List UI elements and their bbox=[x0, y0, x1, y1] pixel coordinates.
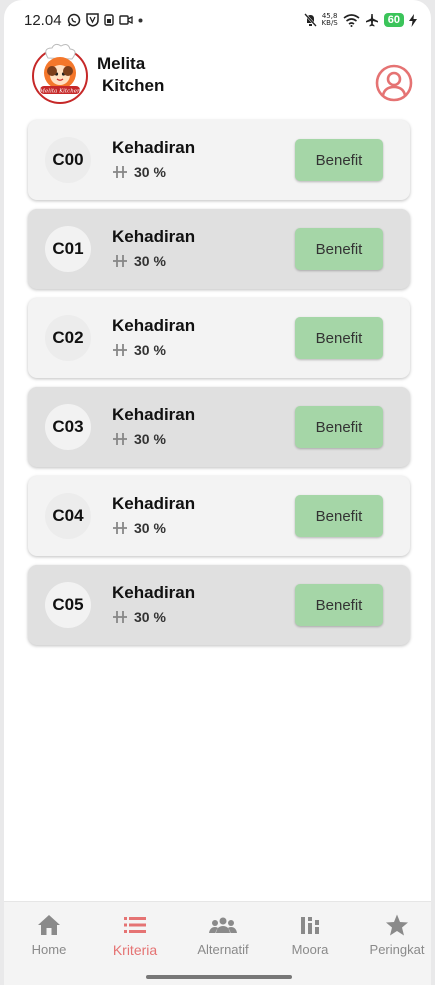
benefit-button[interactable]: Benefit bbox=[295, 584, 383, 626]
criteria-weight-row: 30 % bbox=[112, 342, 166, 358]
tag-icon bbox=[113, 255, 127, 267]
criteria-code: C01 bbox=[52, 239, 84, 258]
nav-label: Kriteria bbox=[112, 942, 158, 958]
criteria-weight: 30 % bbox=[134, 164, 166, 180]
vpn-shield-icon bbox=[85, 13, 99, 27]
nav-item-moora[interactable]: Moora bbox=[270, 912, 350, 957]
criteria-name: Kehadiran bbox=[112, 583, 196, 602]
tag-icon bbox=[113, 166, 127, 178]
tag-icon bbox=[113, 522, 127, 534]
whatsapp-icon bbox=[67, 13, 81, 27]
criteria-code: C02 bbox=[52, 328, 84, 347]
nav-item-kriteria[interactable]: Kriteria bbox=[95, 912, 175, 958]
home-indicator bbox=[146, 975, 292, 979]
app-header: Melita Kitchen Melita Kitchen bbox=[4, 40, 431, 112]
benefit-button[interactable]: Benefit bbox=[295, 406, 383, 448]
benefit-button[interactable]: Benefit bbox=[295, 139, 383, 181]
criteria-weight: 30 % bbox=[134, 253, 166, 269]
account-circle-icon[interactable] bbox=[375, 64, 413, 102]
status-right: 45,8 KB/S 60 bbox=[303, 13, 417, 27]
charging-icon bbox=[409, 13, 417, 27]
airplane-icon bbox=[365, 13, 379, 27]
video-camera-icon bbox=[118, 15, 133, 25]
nav-item-alternatif[interactable]: Alternatif bbox=[183, 912, 263, 957]
benefit-button[interactable]: Benefit bbox=[295, 317, 383, 359]
criteria-card[interactable]: C02 Kehadiran 30 % Benefit bbox=[28, 298, 410, 378]
chef-logo: Melita Kitchen bbox=[32, 43, 88, 104]
battery-level: 60 bbox=[383, 13, 404, 27]
criteria-name: Kehadiran bbox=[112, 316, 196, 335]
criteria-weight: 30 % bbox=[134, 609, 166, 625]
criteria-code: C04 bbox=[52, 506, 84, 525]
nav-item-peringkat[interactable]: Peringkat bbox=[357, 912, 431, 957]
list-icon bbox=[95, 912, 175, 938]
brand-line-2: Kitchen bbox=[102, 76, 165, 95]
criteria-weight-row: 30 % bbox=[112, 253, 166, 269]
network-speed: 45,8 KB/S bbox=[322, 13, 338, 27]
brand-name: Melita Kitchen bbox=[97, 53, 164, 97]
criteria-weight-row: 30 % bbox=[112, 520, 166, 536]
criteria-weight: 30 % bbox=[134, 342, 166, 358]
criteria-code: C05 bbox=[52, 595, 84, 614]
app-screen: 12.04 45,8 KB/S 60 Melita Kitchen Melita… bbox=[4, 0, 431, 985]
criteria-card[interactable]: C00 Kehadiran 30 % Benefit bbox=[28, 120, 410, 200]
criteria-weight: 30 % bbox=[134, 520, 166, 536]
brand-line-1: Melita bbox=[97, 54, 146, 73]
nav-label: Moora bbox=[291, 942, 329, 957]
nav-item-home[interactable]: Home bbox=[9, 912, 89, 957]
criteria-name: Kehadiran bbox=[112, 138, 196, 157]
criteria-code-avatar: C01 bbox=[45, 226, 91, 272]
logo-text: Melita Kitchen bbox=[38, 89, 81, 95]
criteria-code-avatar: C05 bbox=[45, 582, 91, 628]
criteria-weight-row: 30 % bbox=[112, 164, 166, 180]
nav-label: Peringkat bbox=[369, 942, 425, 957]
criteria-card[interactable]: C03 Kehadiran 30 % Benefit bbox=[28, 387, 410, 467]
tag-icon bbox=[113, 433, 127, 445]
criteria-weight-row: 30 % bbox=[112, 609, 166, 625]
benefit-button[interactable]: Benefit bbox=[295, 228, 383, 270]
criteria-code: C00 bbox=[52, 150, 84, 169]
status-time: 12.04 bbox=[24, 11, 62, 29]
criteria-card[interactable]: C01 Kehadiran 30 % Benefit bbox=[28, 209, 410, 289]
nav-label: Home bbox=[31, 942, 67, 957]
star-icon bbox=[357, 912, 431, 938]
criteria-name: Kehadiran bbox=[112, 227, 196, 246]
criteria-name: Kehadiran bbox=[112, 494, 196, 513]
people-icon bbox=[183, 912, 263, 938]
criteria-code-avatar: C00 bbox=[45, 137, 91, 183]
status-bar: 12.04 45,8 KB/S 60 bbox=[4, 0, 431, 40]
criteria-weight-row: 30 % bbox=[112, 431, 166, 447]
criteria-name: Kehadiran bbox=[112, 405, 196, 424]
criteria-code: C03 bbox=[52, 417, 84, 436]
tag-icon bbox=[113, 611, 127, 623]
sim-icon bbox=[103, 14, 114, 26]
status-left: 12.04 bbox=[24, 12, 143, 29]
network-speed-unit: KB/S bbox=[321, 19, 338, 27]
bottom-navigation: Home Kriteria Alternatif Moora Peringkat bbox=[4, 901, 431, 985]
criteria-card[interactable]: C04 Kehadiran 30 % Benefit bbox=[28, 476, 410, 556]
criteria-card[interactable]: C05 Kehadiran 30 % Benefit bbox=[28, 565, 410, 645]
criteria-code-avatar: C02 bbox=[45, 315, 91, 361]
benefit-button[interactable]: Benefit bbox=[295, 495, 383, 537]
criteria-code-avatar: C03 bbox=[45, 404, 91, 450]
home-icon bbox=[9, 912, 89, 938]
tag-icon bbox=[113, 344, 127, 356]
bar-chart-icon bbox=[270, 912, 350, 938]
dot-icon bbox=[138, 18, 143, 23]
nav-label: Alternatif bbox=[197, 942, 249, 957]
wifi-icon bbox=[343, 13, 360, 27]
criteria-weight: 30 % bbox=[134, 431, 166, 447]
criteria-list: C00 Kehadiran 30 % Benefit C01 Kehadiran 30 % B… bbox=[28, 120, 410, 654]
criteria-code-avatar: C04 bbox=[45, 493, 91, 539]
mute-bell-icon bbox=[303, 13, 317, 27]
